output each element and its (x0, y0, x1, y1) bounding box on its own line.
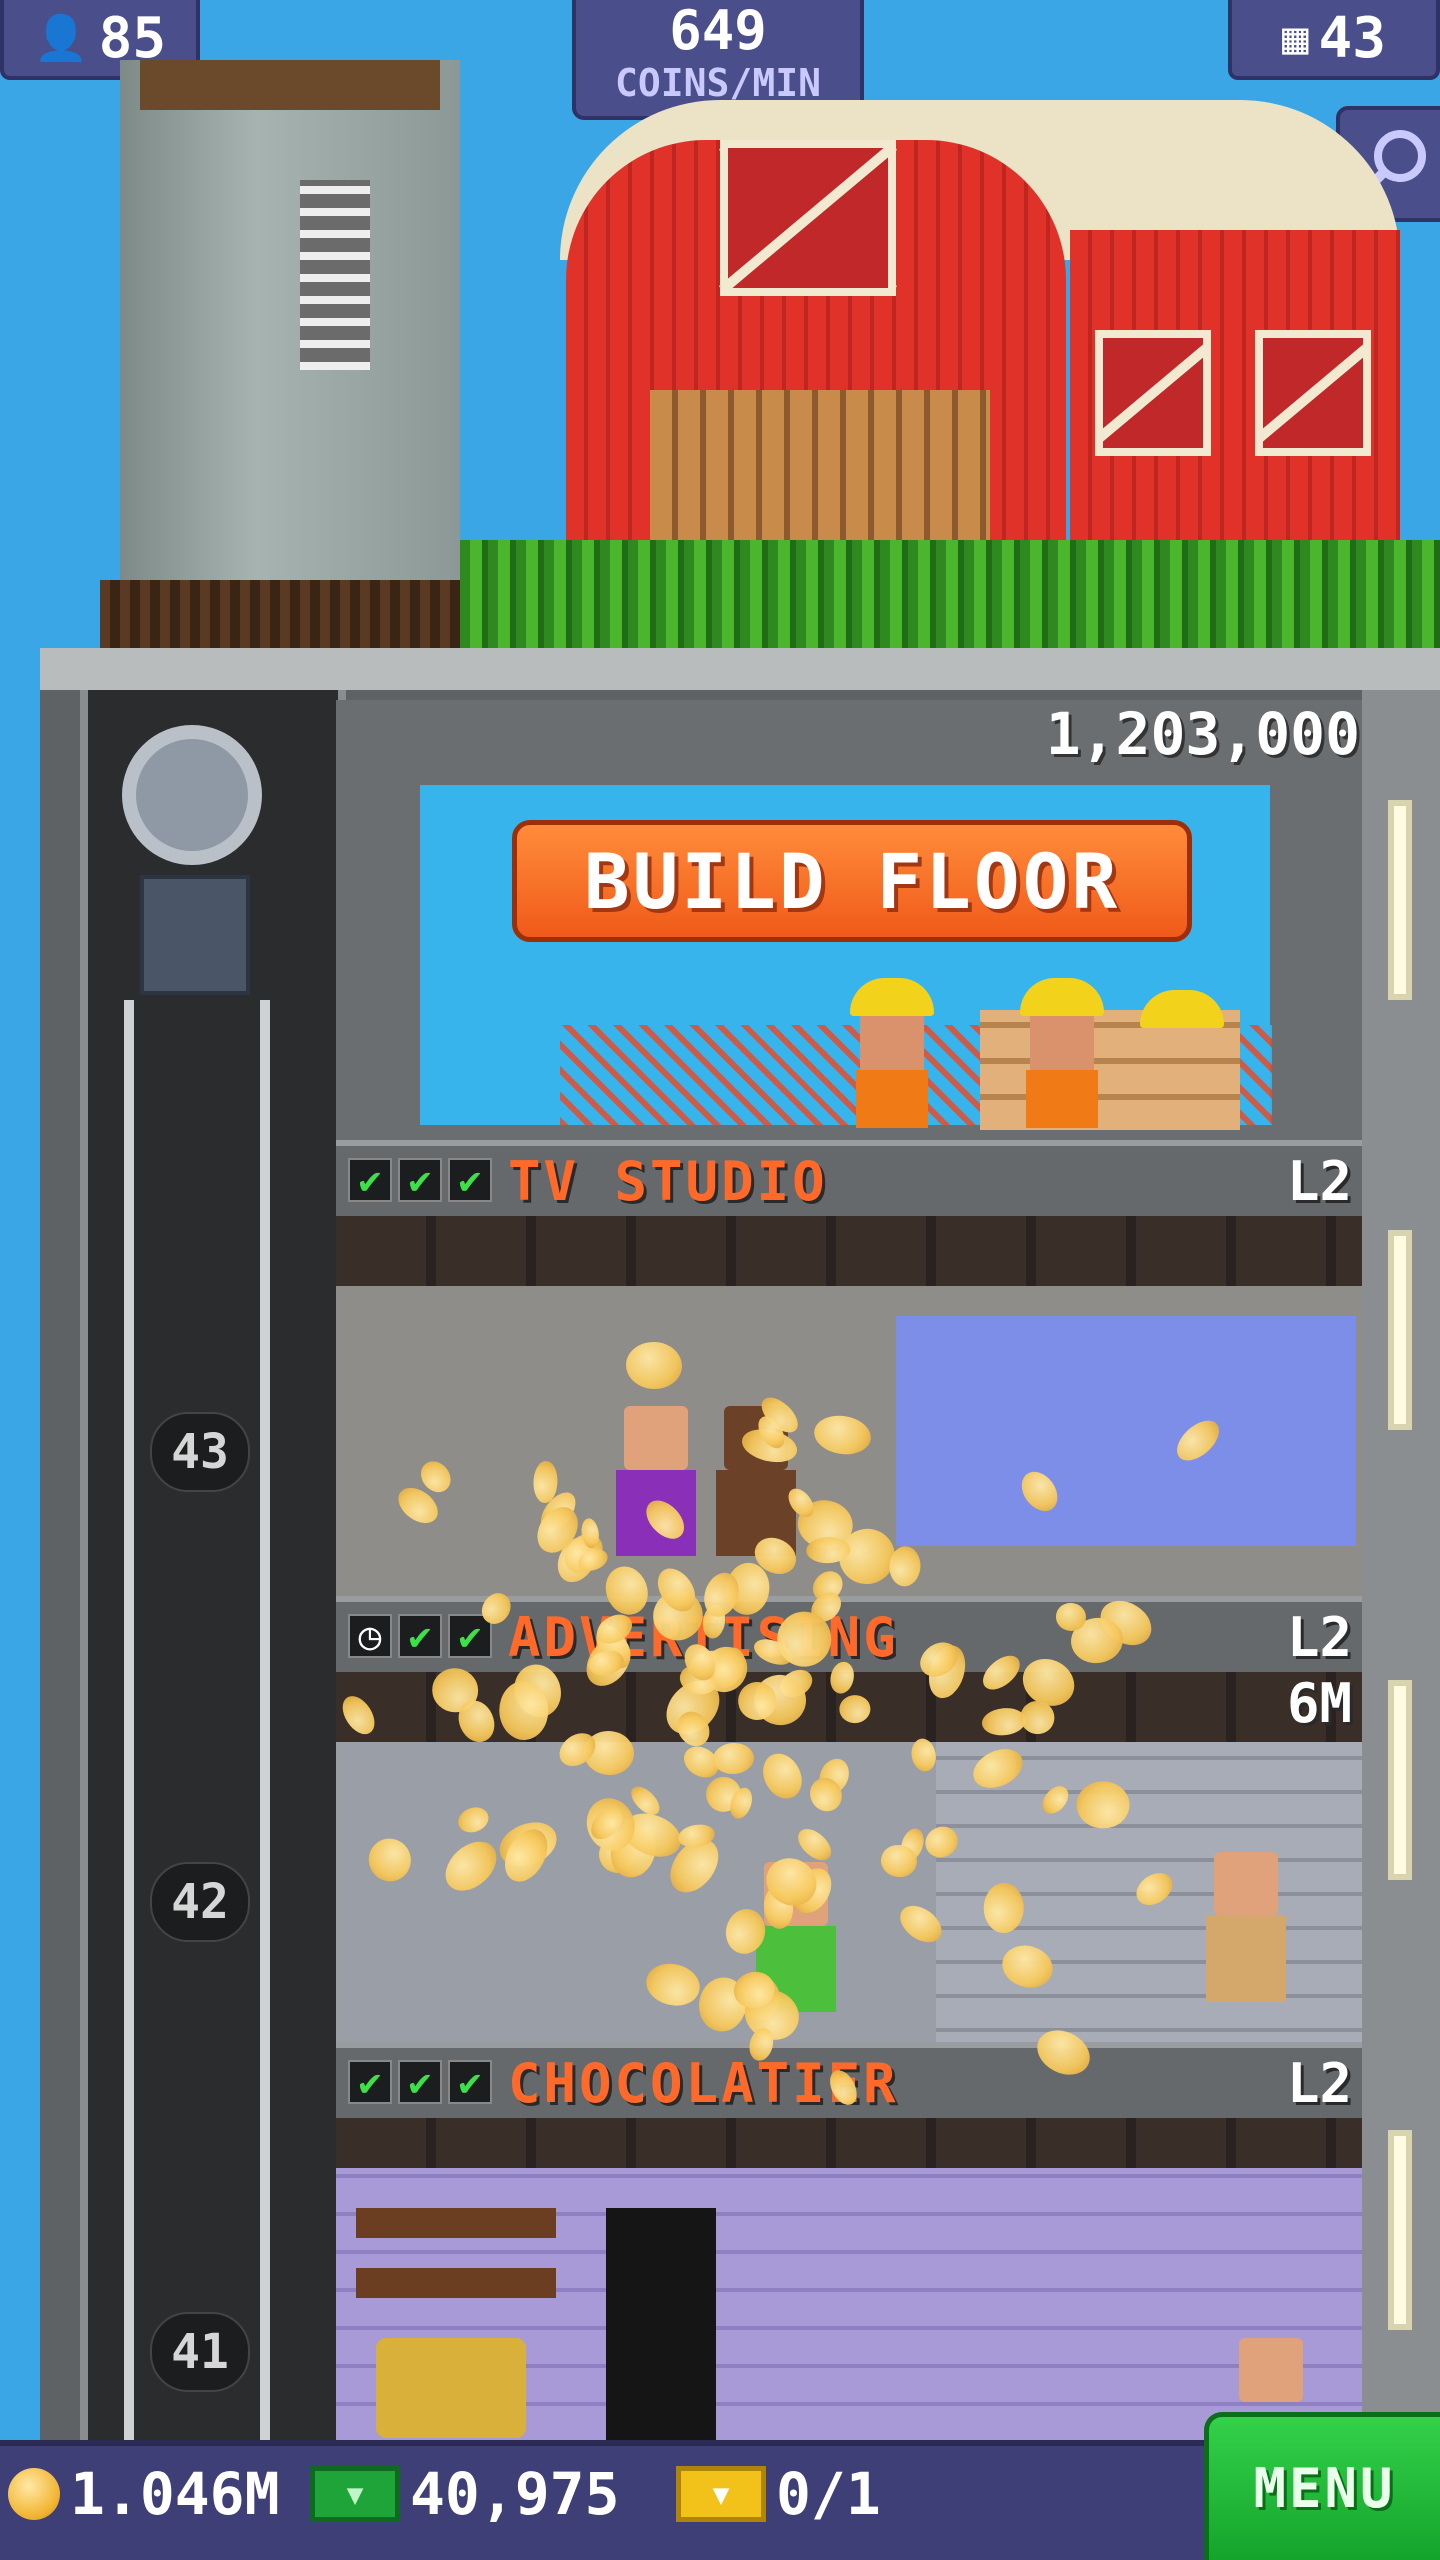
elevator-cable (260, 1000, 270, 2440)
check-icon: ✔ (398, 1158, 442, 1202)
clock-icon: ◷ (348, 1614, 392, 1658)
check-icon: ✔ (348, 2060, 392, 2104)
chocolatier-room[interactable] (336, 2118, 1362, 2440)
floor-stock-indicators: ✔ ✔ ✔ (348, 2060, 492, 2104)
floor-header[interactable]: ✔ ✔ ✔ TV STUDIO L2 (336, 1140, 1362, 1216)
gear-icon (122, 725, 262, 865)
floor-income: 6M (1286, 1672, 1352, 1735)
check-icon: ✔ (348, 1158, 392, 1202)
floor-number-marker: 43 (150, 1412, 250, 1492)
floors-counter[interactable]: ▦ 43 (1228, 0, 1440, 80)
build-floor-button[interactable]: BUILD FLOOR (512, 820, 1192, 942)
resident[interactable] (616, 1406, 696, 1556)
floor-level: L2 (1286, 1606, 1352, 1669)
silo (120, 60, 460, 580)
menu-button[interactable]: MENU (1204, 2412, 1440, 2560)
check-icon: ✔ (398, 1614, 442, 1658)
doorway (606, 2208, 716, 2440)
silo-fence (100, 580, 480, 650)
ticket-icon: ▼ (676, 2466, 766, 2522)
floors-value: 43 (1318, 5, 1386, 71)
flying-coin (1076, 1780, 1130, 1829)
floor-stock-indicators: ◷ ✔ ✔ (348, 1614, 492, 1658)
coin-icon (8, 2468, 60, 2520)
wall-light (1388, 2130, 1412, 2330)
grass (460, 540, 1440, 650)
floor-number-marker: 42 (150, 1862, 250, 1942)
build-floor-cost: 1,203,000 (1045, 700, 1360, 768)
bux-value: 40,975 (410, 2460, 620, 2528)
construction-worker (1140, 990, 1224, 1140)
check-icon: ✔ (448, 2060, 492, 2104)
tower-roof (40, 648, 1440, 696)
coins-per-min-label: COINS/MIN (615, 61, 821, 105)
tickets-value: 0/1 (776, 2460, 881, 2528)
barn-window-right (1255, 330, 1371, 456)
wall-light (1388, 1680, 1412, 1880)
wall-light (1388, 800, 1412, 1000)
floor-level: L2 (1286, 1150, 1352, 1213)
construction-worker (1020, 978, 1104, 1128)
floor-stock-indicators: ✔ ✔ ✔ (348, 1158, 492, 1202)
building-icon: ▦ (1282, 12, 1309, 64)
coins-balance[interactable]: 1.046M (8, 2460, 280, 2528)
coins-value: 1.046M (70, 2460, 280, 2528)
person-icon: 👤 (33, 13, 89, 64)
elevator-cable (124, 1000, 134, 2440)
check-icon: ✔ (448, 1158, 492, 1202)
studio-backdrop (896, 1316, 1356, 1546)
resident[interactable] (1206, 1852, 1286, 2002)
construction-worker (850, 978, 934, 1128)
floor-number-marker: 41 (150, 2312, 250, 2392)
ceiling-lights (336, 2118, 1362, 2168)
bux-icon: ▼ (310, 2466, 400, 2522)
check-icon: ✔ (398, 2060, 442, 2104)
silo-ladder (300, 180, 370, 370)
elevator-car (140, 875, 250, 995)
flying-coin (532, 1460, 558, 1504)
tickets-balance[interactable]: ▼ 0/1 (676, 2460, 881, 2528)
chocolate-shelf (356, 2178, 556, 2298)
barn-loft-window (720, 140, 896, 296)
floor-level: L2 (1286, 2052, 1352, 2115)
coins-per-min-value: 649 (669, 0, 767, 62)
ceiling-lights (336, 1216, 1362, 1286)
bux-balance[interactable]: ▼ 40,975 (310, 2460, 620, 2528)
silo-top (140, 60, 440, 110)
gold-pot (376, 2338, 526, 2438)
floor-name: TV STUDIO (508, 1150, 828, 1213)
elevator-motor[interactable] (110, 725, 280, 1005)
wall-light (1388, 1230, 1412, 1430)
barn-window-left (1095, 330, 1211, 456)
